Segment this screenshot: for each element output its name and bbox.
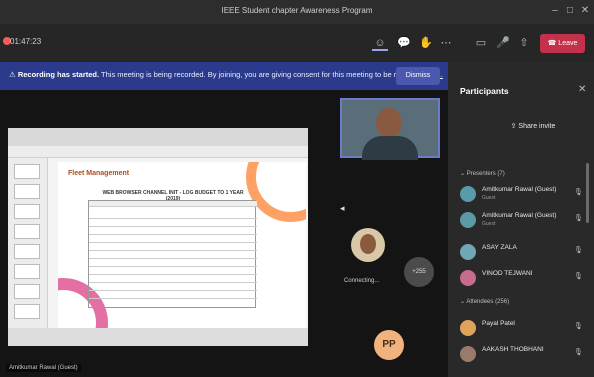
- participant-row[interactable]: VINOD TEJWANI 🎙: [460, 268, 590, 290]
- minimize-button[interactable]: –: [548, 5, 562, 17]
- table-row: [89, 269, 257, 275]
- participant-role: Guest: [482, 221, 496, 227]
- banner-text: ⚠ Recording has started. This meeting is…: [9, 70, 443, 79]
- banner-message: This meeting is being recorded. By joini…: [101, 70, 426, 79]
- mic-icon: 🎙: [574, 273, 583, 280]
- section-label: Attendees (256): [466, 299, 510, 305]
- participant-name: ASAY ZALA: [482, 244, 517, 251]
- chevron-down-icon: ⌄: [460, 171, 467, 177]
- slide-thumbnails: [8, 158, 48, 328]
- share-invite-button[interactable]: ⇪ Share invite: [498, 122, 568, 130]
- participant-role: Guest: [482, 195, 496, 201]
- phone-icon: ☎: [547, 40, 559, 47]
- table-row: [89, 277, 257, 283]
- banner-lead: Recording has started.: [17, 70, 100, 79]
- slide-title: Fleet Management: [68, 170, 130, 177]
- participant-row[interactable]: Amitkumar Rawal (Guest) Guest 🎙: [460, 184, 590, 206]
- leave-label: Leave: [558, 40, 578, 47]
- camera-icon[interactable]: ▭: [473, 35, 489, 51]
- table-row: [89, 253, 257, 259]
- table-row: [89, 261, 257, 267]
- people-icon[interactable]: ☺: [372, 35, 388, 51]
- slide-thumbnail: [14, 304, 40, 319]
- screen-share: Fleet Management WEB BROWSER CHANNEL INI…: [8, 128, 308, 346]
- maximize-button[interactable]: □: [563, 5, 577, 17]
- shared-statusbar: [8, 328, 308, 346]
- table-row: [89, 213, 257, 219]
- mic-icon: 🎙: [574, 323, 583, 330]
- mic-icon: 🎙: [574, 349, 583, 356]
- participant-avatar: [460, 320, 476, 336]
- table-row: [89, 221, 257, 227]
- participant-avatar[interactable]: PP: [374, 330, 404, 360]
- meeting-timer: 01:47:23: [10, 37, 42, 46]
- chat-icon[interactable]: 💬: [396, 35, 412, 51]
- more-options-icon[interactable]: ⋯: [438, 35, 454, 51]
- speaker-video[interactable]: [340, 98, 440, 160]
- share-invite-label: Share invite: [518, 123, 556, 130]
- participant-name: AAKASH THOBHANI: [482, 346, 544, 353]
- panel-title: Participants: [460, 86, 509, 96]
- slide-thumbnail: [14, 184, 40, 199]
- warning-icon: ⚠: [9, 70, 18, 79]
- presenter-name-tag: Amitkumar Rawal (Guest): [6, 364, 81, 372]
- speaker-head: [376, 108, 402, 138]
- participant-row[interactable]: AAKASH THOBHANI 🎙: [460, 344, 590, 366]
- shared-ribbon: [8, 146, 308, 158]
- slide-thumbnail: [14, 244, 40, 259]
- slide-thumbnail: [14, 284, 40, 299]
- table-row: [89, 245, 257, 251]
- speaker-body: [362, 136, 418, 160]
- participant-name: Payal Patel: [482, 320, 515, 327]
- attendees-section[interactable]: ⌄ Attendees (256): [460, 298, 509, 305]
- participant-name: VINOD TEJWANI: [482, 270, 533, 277]
- participant-row[interactable]: Amitkumar Rawal (Guest) Guest 🎙: [460, 210, 590, 232]
- leave-button[interactable]: ☎ Leave: [540, 34, 585, 53]
- participant-name: Amitkumar Rawal (Guest): [482, 186, 557, 193]
- shared-window-titlebar: [8, 128, 308, 146]
- close-panel-icon[interactable]: ✕: [578, 84, 586, 95]
- participant-row[interactable]: Payal Patel 🎙: [460, 318, 590, 340]
- face: [360, 234, 376, 254]
- panel-scrollbar[interactable]: [586, 163, 589, 223]
- meeting-toolbar: 01:47:23 ☺ 💬 ✋ ⋯ ▭ 🎤 ⇧ ☎ Leave: [0, 24, 594, 62]
- mic-icon: 🎙: [574, 189, 583, 196]
- mic-icon[interactable]: 🎤: [495, 35, 511, 51]
- participant-avatar: [460, 244, 476, 260]
- current-slide: Fleet Management WEB BROWSER CHANNEL INI…: [58, 162, 306, 328]
- slide-thumbnail: [14, 224, 40, 239]
- mic-icon: 🎙: [574, 215, 583, 222]
- participant-name: Amitkumar Rawal (Guest): [482, 212, 557, 219]
- presenters-section[interactable]: ⌄ Presenters (7): [460, 170, 505, 177]
- table-header-row: [89, 201, 257, 207]
- table-row: [89, 229, 257, 235]
- table-row: [89, 293, 257, 299]
- table-row: [89, 285, 257, 291]
- gallery-prev-icon[interactable]: ◂: [340, 203, 350, 217]
- participant-avatar: [460, 186, 476, 202]
- recording-banner: ⚠ Recording has started. This meeting is…: [0, 62, 448, 90]
- slide-thumbnail: [14, 204, 40, 219]
- share-tray-icon[interactable]: ⇧: [516, 35, 532, 51]
- participant-row[interactable]: ASAY ZALA 🎙: [460, 242, 590, 264]
- section-label: Presenters (7): [466, 171, 505, 177]
- participant-photo[interactable]: [351, 228, 385, 262]
- participant-avatar: [460, 212, 476, 228]
- mic-icon: 🎙: [574, 247, 583, 254]
- slide-thumbnail: [14, 264, 40, 279]
- participant-avatar: [460, 346, 476, 362]
- reactions-icon[interactable]: ✋: [418, 35, 434, 51]
- window-title: IEEE Student chapter Awareness Program: [221, 6, 373, 15]
- budget-table: [88, 200, 257, 308]
- dismiss-button[interactable]: Dismiss: [396, 67, 440, 85]
- close-window-button[interactable]: ✕: [578, 5, 592, 17]
- slide-thumbnail: [14, 164, 40, 179]
- participants-panel: Participants ✕ ⇪ Share invite ⌄ Presente…: [448, 62, 594, 377]
- more-participants-badge[interactable]: +255: [404, 257, 434, 287]
- table-row: [89, 237, 257, 243]
- participant-avatar: [460, 270, 476, 286]
- title-bar: IEEE Student chapter Awareness Program –…: [0, 0, 594, 24]
- participant-status: Connecting...: [344, 278, 380, 284]
